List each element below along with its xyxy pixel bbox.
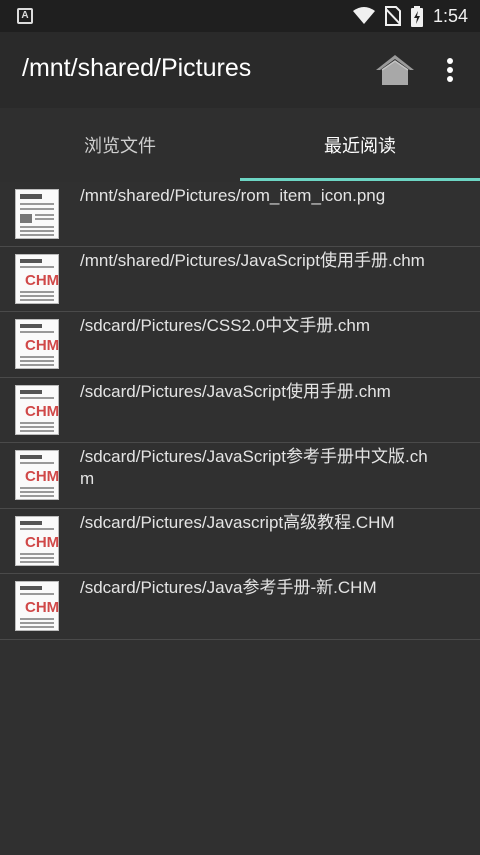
- status-bar: A 1:54: [0, 0, 480, 32]
- chm-file-icon: CHM: [15, 385, 59, 435]
- app-bar: /mnt/shared/Pictures: [0, 32, 480, 108]
- chm-label: CHM: [25, 403, 59, 420]
- chm-label: CHM: [25, 534, 59, 551]
- tab-recent-reading[interactable]: 最近阅读: [240, 108, 480, 182]
- page-title: /mnt/shared/Pictures: [22, 54, 252, 82]
- status-icons: 1:54: [352, 5, 468, 27]
- file-path: /sdcard/Pictures/JavaScript参考手册中文版.chm: [80, 447, 428, 488]
- more-vert-icon[interactable]: [440, 55, 460, 85]
- tab-bar: 浏览文件 最近阅读: [0, 108, 480, 182]
- file-path: /sdcard/Pictures/CSS2.0中文手册.chm: [80, 316, 371, 335]
- chm-file-icon: CHM: [15, 516, 59, 566]
- battery-icon: [410, 5, 423, 27]
- chm-file-icon: CHM: [15, 450, 59, 500]
- chm-label: CHM: [25, 468, 59, 485]
- file-path: /mnt/shared/Pictures/JavaScript使用手册.chm: [80, 251, 425, 270]
- list-item[interactable]: CHM /sdcard/Pictures/CSS2.0中文手册.chm: [0, 312, 480, 378]
- recent-files-list: /mnt/shared/Pictures/rom_item_icon.png C…: [0, 182, 480, 640]
- clock: 1:54: [432, 5, 468, 26]
- file-path: /sdcard/Pictures/Java参考手册-新.CHM: [80, 578, 377, 597]
- list-item[interactable]: CHM /sdcard/Pictures/JavaScript参考手册中文版.c…: [0, 443, 480, 509]
- chm-label: CHM: [25, 272, 59, 289]
- app-notification-icon: A: [17, 8, 33, 24]
- home-icon[interactable]: [374, 53, 416, 87]
- chm-file-icon: CHM: [15, 254, 59, 304]
- list-item[interactable]: CHM /sdcard/Pictures/JavaScript使用手册.chm: [0, 378, 480, 443]
- list-item[interactable]: CHM /sdcard/Pictures/Java参考手册-新.CHM: [0, 574, 480, 640]
- document-icon: [15, 189, 59, 239]
- list-item[interactable]: CHM /mnt/shared/Pictures/JavaScript使用手册.…: [0, 247, 480, 312]
- file-path: /sdcard/Pictures/JavaScript使用手册.chm: [80, 382, 391, 401]
- tab-indicator: [240, 178, 480, 181]
- no-sim-icon: [384, 6, 401, 26]
- tab-browse-files[interactable]: 浏览文件: [0, 108, 240, 182]
- wifi-icon: [352, 7, 375, 24]
- chm-label: CHM: [25, 599, 59, 616]
- file-path: /mnt/shared/Pictures/rom_item_icon.png: [80, 186, 386, 205]
- chm-file-icon: CHM: [15, 581, 59, 631]
- chm-file-icon: CHM: [15, 319, 59, 369]
- chm-label: CHM: [25, 337, 59, 354]
- file-path: /sdcard/Pictures/Javascript高级教程.CHM: [80, 513, 395, 532]
- list-item[interactable]: /mnt/shared/Pictures/rom_item_icon.png: [0, 182, 480, 247]
- list-item[interactable]: CHM /sdcard/Pictures/Javascript高级教程.CHM: [0, 509, 480, 574]
